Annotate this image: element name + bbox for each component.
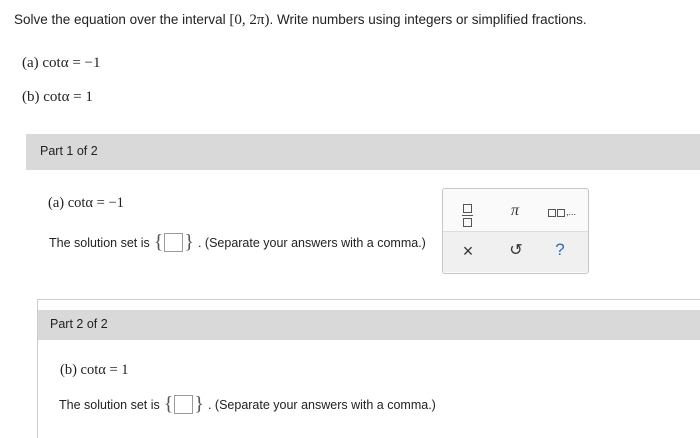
part1-answer-input[interactable]	[164, 233, 184, 252]
undo-icon: ↺	[509, 242, 523, 259]
interval: [0, 2π)	[229, 12, 270, 28]
list-icon: ,...	[547, 207, 576, 217]
part2-answer-prefix: The solution set is	[59, 397, 160, 412]
clear-button[interactable]: ×	[458, 241, 478, 261]
part1-header-label: Part 1 of 2	[40, 144, 98, 158]
keypad-row-2: × ↺ ?	[443, 232, 588, 272]
problem-a: (a) cotα = −1	[22, 55, 101, 71]
undo-button[interactable]: ↺	[506, 241, 526, 261]
part2-header-label: Part 2 of 2	[50, 317, 108, 331]
part2-answer-suffix: . (Separate your answers with a comma.)	[207, 397, 436, 412]
instructions-after: . Write numbers using integers or simpli…	[269, 12, 587, 27]
part2-answer-field: { }	[163, 393, 204, 415]
instructions: Solve the equation over the interval [0,…	[14, 12, 587, 29]
part1-answer-suffix: . (Separate your answers with a comma.)	[197, 235, 426, 250]
part1-answer-prefix: The solution set is	[49, 235, 150, 250]
fraction-icon	[461, 204, 473, 227]
part2-header: Part 2 of 2	[38, 310, 700, 340]
part2-answer-input[interactable]	[174, 395, 194, 414]
instructions-before: Solve the equation over the interval	[14, 12, 230, 27]
keypad-row-1: π ,...	[443, 189, 588, 232]
list-button[interactable]: ,...	[544, 202, 580, 222]
part1-equation: (a) cotα = −1	[48, 195, 124, 211]
math-keypad: π ,... × ↺ ?	[442, 188, 589, 274]
fraction-button[interactable]	[457, 199, 477, 227]
clear-icon: ×	[462, 241, 474, 261]
pi-button[interactable]: π	[505, 201, 525, 221]
help-button[interactable]: ?	[550, 240, 570, 260]
help-icon: ?	[555, 240, 565, 259]
part1-answer-field: { }	[153, 231, 194, 253]
part2-equation: (b) cotα = 1	[60, 362, 129, 378]
part2-answer-line: The solution set is { } . (Separate your…	[59, 393, 436, 416]
part1-header: Part 1 of 2	[26, 134, 700, 170]
part1-answer-line: The solution set is { } . (Separate your…	[49, 231, 426, 254]
problem-b: (b) cotα = 1	[22, 89, 93, 105]
